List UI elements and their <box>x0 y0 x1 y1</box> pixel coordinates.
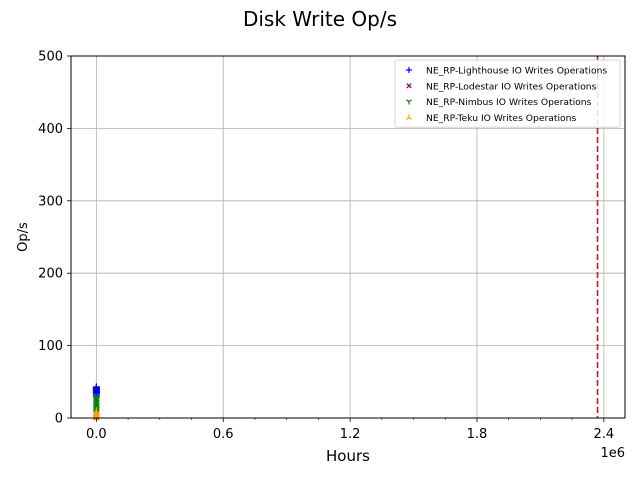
y-tick-label: 200 <box>38 267 63 282</box>
x-offset-label: 1e6 <box>600 446 625 461</box>
x-tick-label: 0.6 <box>213 427 234 442</box>
y-tick-label: 500 <box>38 50 63 65</box>
y-tick-label: 300 <box>38 194 63 209</box>
y-tick-label: 0 <box>55 412 63 427</box>
x-tick-label: 2.4 <box>594 427 615 442</box>
x-tick-label: 1.2 <box>340 427 361 442</box>
y-axis: 0 100 200 300 400 500 <box>38 50 71 427</box>
legend-label: NE_RP-Lodestar IO Writes Operations <box>426 81 597 92</box>
chart-title: Disk Write Op/s <box>243 7 397 31</box>
legend-label: NE_RP-Teku IO Writes Operations <box>426 113 576 124</box>
chart: Disk Write Op/s 0.0 0.6 1.2 1.8 2.4 0 100 200 3… <box>16 7 626 465</box>
series-layer <box>92 383 100 421</box>
y-axis-label: Op/s <box>16 222 31 252</box>
x-axis: 0.0 0.6 1.2 1.8 2.4 <box>86 418 614 442</box>
y-tick-label: 100 <box>38 339 63 354</box>
legend: NE_RP-Lighthouse IO Writes Operations NE_… <box>394 59 621 128</box>
x-axis-label: Hours <box>326 447 370 465</box>
x-tick-label: 1.8 <box>467 427 488 442</box>
x-tick-label: 0.0 <box>86 427 107 442</box>
legend-label: NE_RP-Nimbus IO Writes Operations <box>426 97 592 108</box>
y-tick-label: 400 <box>38 122 63 137</box>
legend-label: NE_RP-Lighthouse IO Writes Operations <box>426 66 607 77</box>
